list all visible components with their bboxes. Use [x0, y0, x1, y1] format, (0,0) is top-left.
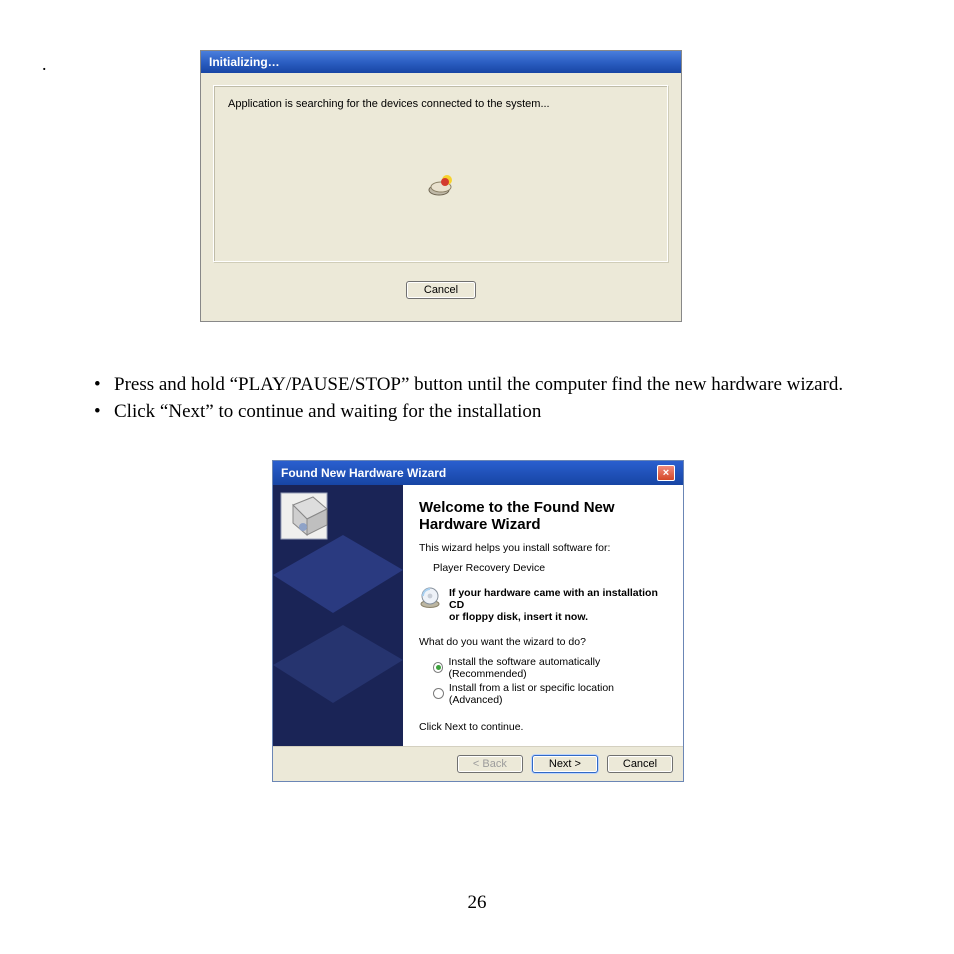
- back-button: < Back: [457, 755, 523, 773]
- wizard-titlebar: Found New Hardware Wizard ×: [273, 461, 683, 485]
- radio-unselected-icon: [433, 688, 444, 699]
- wizard-side-graphic: [273, 485, 403, 746]
- wizard-content: Welcome to the Found New Hardware Wizard…: [403, 485, 683, 746]
- instructions-block: Press and hold “PLAY/PAUSE/STOP” button …: [36, 372, 916, 425]
- searching-message: Application is searching for the devices…: [228, 98, 654, 110]
- cd-hint-line2: or floppy disk, insert it now.: [449, 611, 588, 623]
- next-button[interactable]: Next >: [532, 755, 598, 773]
- instruction-item: Press and hold “PLAY/PAUSE/STOP” button …: [88, 372, 916, 399]
- radio-option-advanced[interactable]: Install from a list or specific location…: [419, 682, 667, 706]
- initializing-titlebar: Initializing…: [201, 51, 681, 73]
- continue-hint: Click Next to continue.: [419, 720, 667, 734]
- radio-option-auto-label: Install the software automatically (Reco…: [448, 656, 667, 680]
- close-icon[interactable]: ×: [657, 465, 675, 481]
- radio-selected-icon: [433, 662, 443, 673]
- cd-icon: [419, 587, 441, 609]
- device-name: Player Recovery Device: [419, 561, 667, 575]
- wizard-title: Found New Hardware Wizard: [281, 466, 446, 480]
- hardware-wizard-dialog: Found New Hardware Wizard × Welcome to t…: [272, 460, 684, 782]
- searching-spinner-icon: [426, 174, 456, 196]
- wizard-intro-text: This wizard helps you install software f…: [419, 541, 667, 555]
- wizard-cancel-button[interactable]: Cancel: [607, 755, 673, 773]
- cancel-button[interactable]: Cancel: [406, 281, 476, 299]
- instruction-item: Click “Next” to continue and waiting for…: [88, 399, 916, 426]
- wizard-heading: Welcome to the Found New Hardware Wizard: [419, 499, 667, 533]
- radio-option-advanced-label: Install from a list or specific location…: [449, 682, 667, 706]
- radio-option-auto[interactable]: Install the software automatically (Reco…: [419, 656, 667, 680]
- initializing-title: Initializing…: [209, 55, 280, 69]
- search-group: Application is searching for the devices…: [213, 85, 669, 263]
- leading-dot: .: [42, 54, 47, 75]
- wizard-question: What do you want the wizard to do?: [419, 635, 667, 649]
- wizard-heading-line1: Welcome to the Found New: [419, 499, 615, 516]
- cd-hint-line1: If your hardware came with an installati…: [449, 587, 658, 611]
- page-number: 26: [0, 892, 954, 914]
- initializing-dialog: Initializing… Application is searching f…: [200, 50, 682, 322]
- wizard-heading-line2: Hardware Wizard: [419, 516, 541, 533]
